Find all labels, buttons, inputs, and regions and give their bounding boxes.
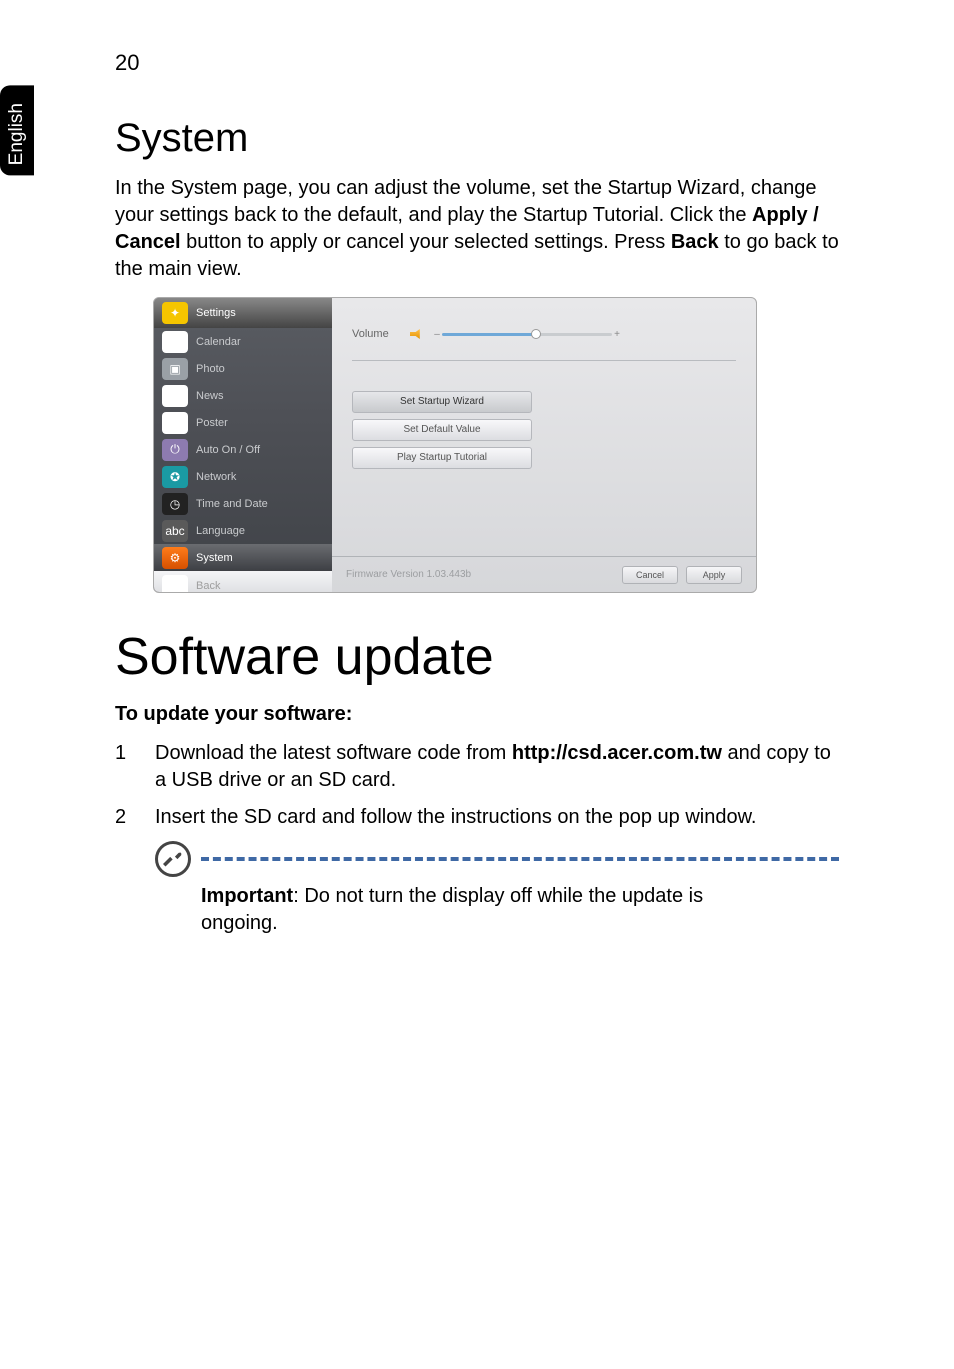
step-2: 2 Insert the SD card and follow the inst… xyxy=(115,804,839,831)
step-number: 2 xyxy=(115,804,155,831)
sidebar-item-label: Back xyxy=(196,580,220,592)
clock-icon: ◷ xyxy=(162,493,188,515)
system-heading: System xyxy=(115,116,839,161)
sidebar-item-label: Calendar xyxy=(196,336,241,348)
sidebar-item-calendar[interactable]: 9 Calendar xyxy=(154,328,332,355)
firmware-version: Firmware Version 1.03.443b xyxy=(346,569,471,580)
apply-button[interactable]: Apply xyxy=(686,566,742,584)
settings-sidebar: ✦ Settings 9 Calendar ▣ Photo እ News ▭ Poster… xyxy=(154,298,332,592)
text: Download the latest software code from xyxy=(155,742,512,764)
sidebar-item-label: News xyxy=(196,390,224,402)
news-icon: እ xyxy=(162,385,188,407)
important-note: Important: Do not turn the display off w… xyxy=(115,841,839,937)
sidebar-item-label: Photo xyxy=(196,363,225,375)
settings-main: Volume – + Set Startup Wizard Set Defaul… xyxy=(332,298,756,592)
sidebar-item-network[interactable]: ✪ Network xyxy=(154,463,332,490)
sidebar-item-language[interactable]: abc Language xyxy=(154,517,332,544)
sidebar-item-label: System xyxy=(196,552,233,564)
update-subheading: To update your software: xyxy=(115,703,839,726)
sidebar-item-settings[interactable]: ✦ Settings xyxy=(154,298,332,328)
sidebar-item-auto-on-off[interactable]: ⏻ Auto On / Off xyxy=(154,436,332,463)
settings-screenshot: ✦ Settings 9 Calendar ▣ Photo እ News ▭ Poster… xyxy=(153,297,757,593)
play-startup-tutorial-button[interactable]: Play Startup Tutorial xyxy=(352,447,532,469)
slider-thumb[interactable] xyxy=(531,329,541,339)
slider-track[interactable] xyxy=(442,333,612,336)
download-url: http://csd.acer.com.tw xyxy=(512,742,722,764)
note-header xyxy=(155,841,839,877)
settings-footer: Firmware Version 1.03.443b Cancel Apply xyxy=(332,556,756,592)
text: In the System page, you can adjust the v… xyxy=(115,177,817,226)
volume-label: Volume xyxy=(352,328,410,340)
step-number: 1 xyxy=(115,740,155,794)
back-icon: ↶ xyxy=(162,575,188,593)
settings-icon: ✦ xyxy=(162,302,188,324)
step-text: Download the latest software code from h… xyxy=(155,740,839,794)
sidebar-item-label: Poster xyxy=(196,417,228,429)
system-paragraph: In the System page, you can adjust the v… xyxy=(115,175,839,283)
cancel-button[interactable]: Cancel xyxy=(622,566,678,584)
sidebar-item-label: Language xyxy=(196,525,245,537)
set-default-value-button[interactable]: Set Default Value xyxy=(352,419,532,441)
text: button to apply or cancel your selected … xyxy=(181,231,671,253)
power-icon: ⏻ xyxy=(162,439,188,461)
speaker-icon xyxy=(410,329,424,339)
plus-icon: + xyxy=(612,329,622,340)
step-1: 1 Download the latest software code from… xyxy=(115,740,839,794)
gear-icon: ⚙ xyxy=(162,547,188,569)
volume-control: Volume – + xyxy=(352,328,736,361)
language-tab: English xyxy=(0,85,34,175)
page-content: 20 System In the System page, you can ad… xyxy=(0,0,954,937)
calendar-icon: 9 xyxy=(162,331,188,353)
software-update-heading: Software update xyxy=(115,627,839,687)
back-word: Back xyxy=(671,231,719,253)
important-word: Important xyxy=(201,885,293,907)
sidebar-item-photo[interactable]: ▣ Photo xyxy=(154,355,332,382)
sidebar-item-back[interactable]: ↶ Back xyxy=(154,571,332,593)
sidebar-item-label: Auto On / Off xyxy=(196,444,260,456)
poster-icon: ▭ xyxy=(162,412,188,434)
sidebar-item-label: Settings xyxy=(196,307,236,319)
page-number: 20 xyxy=(115,50,839,76)
note-text: Important: Do not turn the display off w… xyxy=(155,883,715,937)
sidebar-item-label: Network xyxy=(196,471,236,483)
set-startup-wizard-button[interactable]: Set Startup Wizard xyxy=(352,391,532,413)
wrench-icon xyxy=(155,841,191,877)
sidebar-item-label: Time and Date xyxy=(196,498,268,510)
text: Insert the SD card and follow the instru… xyxy=(155,806,756,828)
note-divider xyxy=(201,857,839,861)
sidebar-item-system[interactable]: ⚙ System xyxy=(154,544,332,571)
language-icon: abc xyxy=(162,520,188,542)
photo-icon: ▣ xyxy=(162,358,188,380)
network-icon: ✪ xyxy=(162,466,188,488)
volume-slider[interactable]: – + xyxy=(432,329,622,339)
minus-icon: – xyxy=(432,329,442,340)
sidebar-item-news[interactable]: እ News xyxy=(154,382,332,409)
sidebar-item-poster[interactable]: ▭ Poster xyxy=(154,409,332,436)
sidebar-item-time-date[interactable]: ◷ Time and Date xyxy=(154,490,332,517)
step-text: Insert the SD card and follow the instru… xyxy=(155,804,756,831)
